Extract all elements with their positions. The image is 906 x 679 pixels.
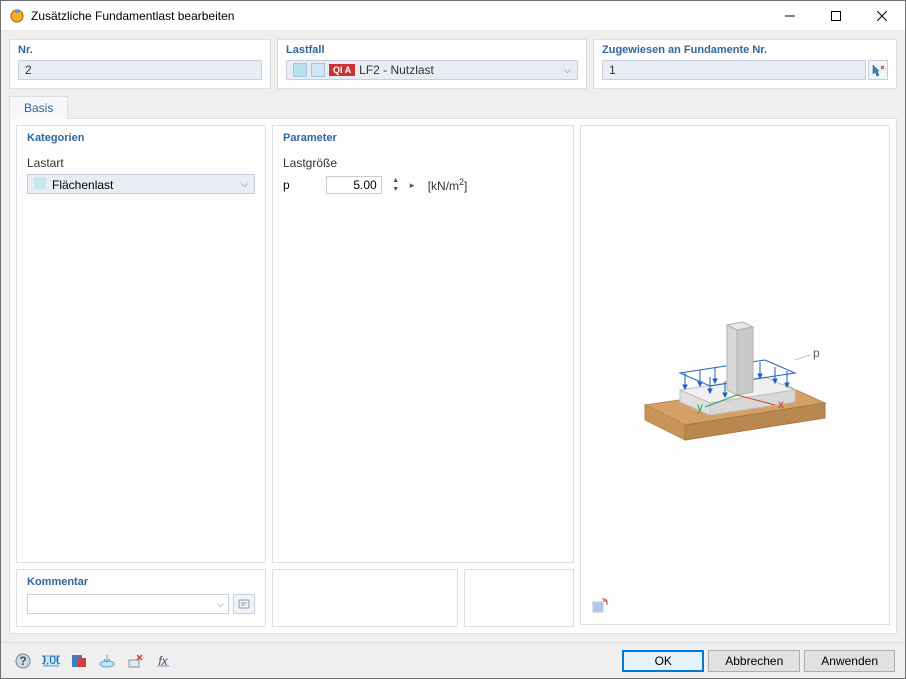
svg-text:0,00: 0,00 [42,653,60,667]
foundation-3d-graphic: x y p [635,285,835,465]
nr-label: Nr. [18,44,262,56]
preview-refresh-button[interactable] [589,595,611,617]
tab-basis[interactable]: Basis [9,96,68,119]
lastfall-color-swatch-2 [311,63,325,77]
p-value-input[interactable] [326,176,382,194]
chevron-down-icon: ⌵ [564,65,571,76]
lastfall-dropdown[interactable]: QI A LF2 - Nutzlast ⌵ [286,60,578,80]
app-icon [9,8,25,24]
settings-button[interactable] [67,649,91,673]
p-unit: [kN/m2] [428,177,468,193]
spin-down-button[interactable]: ▼ [390,185,402,194]
delete-button[interactable] [123,649,147,673]
window-titlebar: Zusätzliche Fundamentlast bearbeiten [1,1,905,31]
chevron-down-icon: ⌵ [217,599,224,610]
lastfall-color-swatch-1 [293,63,307,77]
kommentar-panel: Kommentar ⌵ [16,569,266,627]
zugewiesen-label: Zugewiesen an Fundamente Nr. [602,44,888,56]
function-button[interactable]: fx [151,649,175,673]
svg-text:y: y [697,400,703,414]
kommentar-pick-button[interactable] [233,594,255,614]
empty-panel-2 [464,569,574,627]
lastfall-label: Lastfall [286,44,578,56]
minimize-button[interactable] [767,1,813,31]
parameter-panel: Parameter Lastgröße p ▲ ▼ ▸ [kN/m2] [272,125,574,563]
step-play-button[interactable]: ▸ [410,180,420,191]
nr-group: Nr. 2 [9,39,271,89]
preview-panel: x y p [580,125,890,625]
lastart-dropdown[interactable]: Flächenlast ⌵ [27,174,255,194]
window-title: Zusätzliche Fundamentlast bearbeiten [31,9,767,23]
svg-text:p: p [813,346,820,360]
default-button[interactable] [95,649,119,673]
lastfall-badge: QI A [329,64,355,76]
empty-panel-1 [272,569,458,627]
pick-foundation-button[interactable] [868,60,888,80]
units-button[interactable]: 0,00 [39,649,63,673]
nr-input[interactable]: 2 [18,60,262,80]
zugewiesen-input[interactable]: 1 [602,60,866,80]
lastfall-text: LF2 - Nutzlast [359,63,434,77]
lastgroesse-label: Lastgröße [283,156,563,170]
svg-text:?: ? [19,654,26,668]
kategorien-title: Kategorien [27,132,255,144]
lastart-label: Lastart [27,156,255,170]
apply-button[interactable]: Anwenden [804,650,895,672]
lastfall-group: Lastfall QI A LF2 - Nutzlast ⌵ [277,39,587,89]
kommentar-title: Kommentar [27,576,255,588]
ok-button[interactable]: OK [622,650,704,672]
parameter-title: Parameter [283,132,563,144]
chevron-down-icon: ⌵ [241,179,248,190]
svg-text:x: x [778,397,784,411]
p-symbol: p [283,178,290,192]
kommentar-input[interactable]: ⌵ [27,594,229,614]
kategorien-panel: Kategorien Lastart Flächenlast ⌵ [16,125,266,563]
lastart-color-icon [34,177,46,189]
maximize-button[interactable] [813,1,859,31]
help-button[interactable]: ? [11,649,35,673]
close-button[interactable] [859,1,905,31]
zugewiesen-group: Zugewiesen an Fundamente Nr. 1 [593,39,897,89]
cancel-button[interactable]: Abbrechen [708,650,800,672]
spin-up-button[interactable]: ▲ [390,176,402,185]
